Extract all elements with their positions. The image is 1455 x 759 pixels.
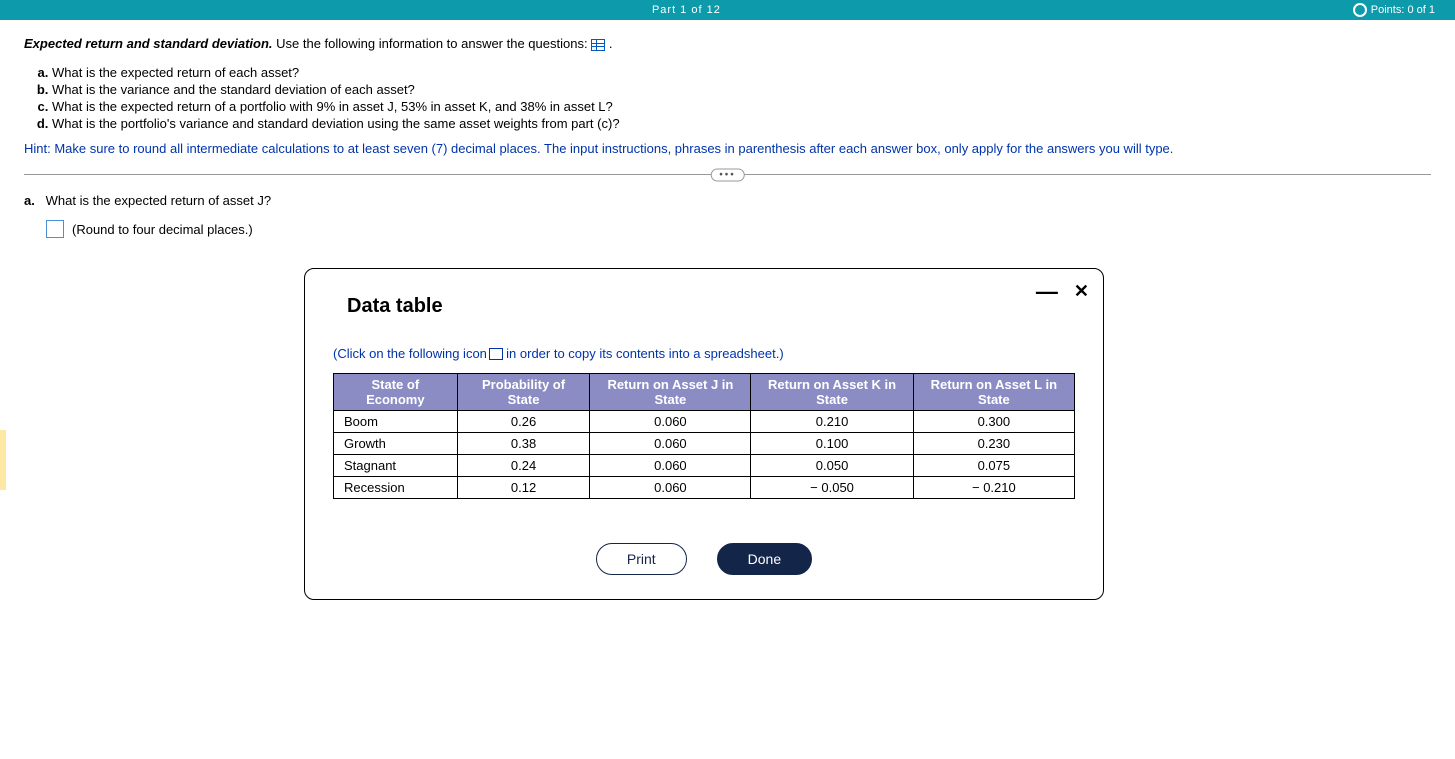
table-row: Stagnant 0.24 0.060 0.050 0.075 <box>334 455 1075 477</box>
modal-buttons: Print Done <box>333 543 1075 575</box>
table-row: Recession 0.12 0.060 − 0.050 − 0.210 <box>334 477 1075 499</box>
instr-pre: (Click on the following icon <box>333 346 491 361</box>
part-d: What is the portfolio's variance and sta… <box>52 116 1431 131</box>
col-k: Return on Asset K in State <box>751 374 913 411</box>
instr-post: in order to copy its contents into a spr… <box>506 346 784 361</box>
table-body: Boom 0.26 0.060 0.210 0.300 Growth 0.38 … <box>334 411 1075 499</box>
expand-ellipsis-button[interactable]: ••• <box>710 168 745 181</box>
minimize-icon[interactable]: — <box>1036 286 1058 297</box>
col-l: Return on Asset L in State <box>913 374 1074 411</box>
modal-controls: — ✕ <box>1036 281 1089 302</box>
title-emphasis: Expected return and standard deviation. <box>24 36 273 51</box>
modal-instruction: (Click on the following icon in order to… <box>333 346 1075 361</box>
round-hint: (Round to four decimal places.) <box>72 222 253 237</box>
col-j: Return on Asset J in State <box>590 374 751 411</box>
table-row: Boom 0.26 0.060 0.210 0.300 <box>334 411 1075 433</box>
title-tail: . <box>609 36 613 51</box>
print-button[interactable]: Print <box>596 543 687 575</box>
points-circle-icon <box>1353 3 1367 17</box>
answer-input-row: (Round to four decimal places.) <box>46 220 1431 238</box>
col-state: State of Economy <box>334 374 458 411</box>
part-indicator: Part 1 of 12 <box>20 4 1353 16</box>
answer-section: a. What is the expected return of asset … <box>24 193 1431 238</box>
divider-wrap: ••• <box>24 174 1431 175</box>
side-highlight <box>0 430 6 490</box>
data-table-icon[interactable] <box>591 39 605 51</box>
title-rest: Use the following information to answer … <box>276 36 591 51</box>
close-icon[interactable]: ✕ <box>1074 281 1089 302</box>
part-a: What is the expected return of each asse… <box>52 65 1431 80</box>
table-row: Growth 0.38 0.060 0.100 0.230 <box>334 433 1075 455</box>
question-content: Expected return and standard deviation. … <box>0 20 1455 600</box>
hint-text: Hint: Make sure to round all intermediat… <box>24 141 1431 156</box>
modal-title: Data table <box>347 295 1075 318</box>
top-bar: Part 1 of 12 Points: 0 of 1 <box>0 0 1455 20</box>
part-b: What is the variance and the standard de… <box>52 82 1431 97</box>
question-title: Expected return and standard deviation. … <box>24 36 1431 51</box>
answer-part-label: a. <box>24 193 42 208</box>
answer-input[interactable] <box>46 220 64 238</box>
done-button[interactable]: Done <box>717 543 812 575</box>
data-table: State of Economy Probability of State Re… <box>333 373 1075 499</box>
part-c: What is the expected return of a portfol… <box>52 99 1431 114</box>
points-label: Points: 0 of 1 <box>1371 4 1435 16</box>
copy-to-spreadsheet-icon[interactable] <box>491 350 503 360</box>
parts-list: What is the expected return of each asse… <box>24 65 1431 131</box>
points-indicator: Points: 0 of 1 <box>1353 3 1435 17</box>
table-header-row: State of Economy Probability of State Re… <box>334 374 1075 411</box>
data-table-modal: — ✕ Data table (Click on the following i… <box>304 268 1104 600</box>
answer-prompt-row: a. What is the expected return of asset … <box>24 193 1431 208</box>
answer-prompt: What is the expected return of asset J? <box>46 193 271 208</box>
col-prob: Probability of State <box>457 374 590 411</box>
